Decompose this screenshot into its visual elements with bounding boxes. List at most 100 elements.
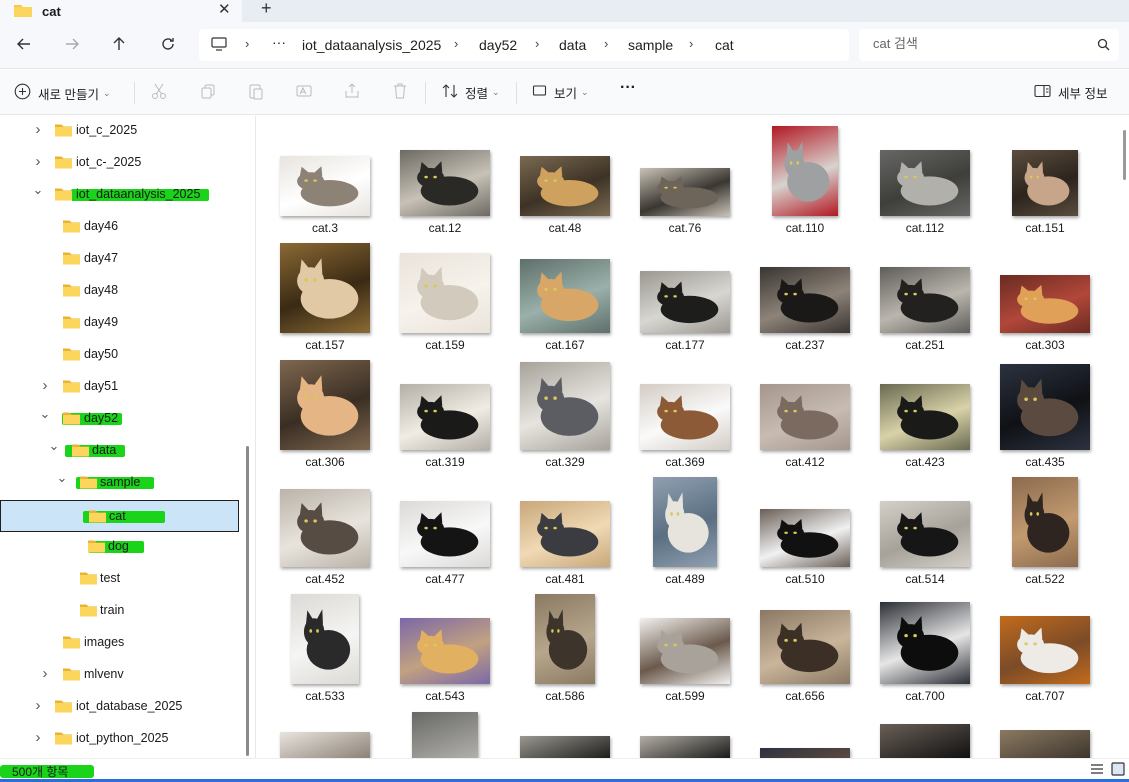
share-icon[interactable] xyxy=(343,82,363,102)
file-name: cat.489 xyxy=(665,572,705,586)
search-input[interactable] xyxy=(873,36,1073,51)
cat-thumbnail xyxy=(400,618,490,684)
sidebar-item-iot-c-2025[interactable]: › iot_c_2025 xyxy=(0,116,250,145)
breadcrumb[interactable]: › ··· iot_dataanalysis_2025 › day52 › da… xyxy=(199,29,849,61)
sidebar-item-label: images xyxy=(84,635,125,649)
chevron-down-icon[interactable]: ⌄ xyxy=(56,470,68,486)
sidebar-item-iot-dataanalysis-2025[interactable]: ⌄ iot_dataanalysis_2025 xyxy=(0,179,250,209)
file-name: cat.477 xyxy=(425,572,465,586)
new-tab-button[interactable]: + xyxy=(261,0,272,19)
back-icon[interactable] xyxy=(14,34,34,54)
chevron-down-icon: ⌄ xyxy=(581,87,589,97)
cat-thumbnail xyxy=(640,618,730,684)
chevron-right-icon: › xyxy=(689,36,694,51)
file-name: cat.452 xyxy=(305,572,345,586)
crumb-data[interactable]: data xyxy=(559,37,586,53)
file-name: cat.251 xyxy=(905,338,945,352)
sidebar-item-day47[interactable]: day47 xyxy=(0,243,250,273)
refresh-icon[interactable] xyxy=(158,34,178,54)
folder-icon xyxy=(80,603,97,620)
folder-icon xyxy=(63,315,80,332)
chevron-right-icon[interactable]: › xyxy=(32,729,44,746)
sidebar-item-mlvenv[interactable]: › mlvenv xyxy=(0,659,250,689)
chevron-right-icon[interactable]: › xyxy=(32,153,44,170)
sidebar-item-label: iot_c-_2025 xyxy=(76,155,142,169)
plus-circle-icon xyxy=(14,83,31,103)
cut-icon[interactable] xyxy=(150,82,170,102)
cat-thumbnail xyxy=(520,156,610,216)
file-grid[interactable]: cat.3 cat.12 cat.48 cat.76 cat.110 cat.112 cat… xyxy=(257,116,1129,758)
sidebar-item-sample[interactable]: ⌄ sample xyxy=(0,467,250,497)
content-scrollbar[interactable] xyxy=(1123,130,1126,180)
details-view-icon[interactable] xyxy=(1090,762,1106,778)
tab-bar: cat ✕ + xyxy=(0,0,1129,22)
crumb-sample[interactable]: sample xyxy=(628,37,673,53)
sidebar-item-day50[interactable]: day50 xyxy=(0,339,250,369)
cat-thumbnail xyxy=(760,748,850,758)
sort-button[interactable]: 정렬 ⌄ xyxy=(442,83,500,102)
file-name: cat.12 xyxy=(428,221,462,235)
navigation-pane[interactable]: › iot_c_2025 › iot_c-_2025 ⌄ iot_dataanalysis… xyxy=(0,116,256,758)
sidebar-item-day48[interactable]: day48 xyxy=(0,275,250,305)
search-icon[interactable] xyxy=(1097,38,1110,54)
chevron-down-icon: ⌄ xyxy=(102,87,111,98)
sidebar-item-label: day51 xyxy=(84,379,119,393)
folder-icon xyxy=(55,187,72,204)
sidebar-item-day46[interactable]: day46 xyxy=(0,211,250,241)
sidebar-item-day49[interactable]: day49 xyxy=(0,307,250,337)
sidebar-item-train[interactable]: train xyxy=(0,595,250,625)
copy-icon[interactable] xyxy=(199,82,219,102)
search-box[interactable] xyxy=(859,29,1119,61)
details-pane-button[interactable]: 세부 정보 xyxy=(1034,83,1107,102)
view-button[interactable]: 보기 ⌄ xyxy=(532,83,589,102)
chevron-down-icon[interactable]: ⌄ xyxy=(48,438,60,454)
file-name: cat.543 xyxy=(425,689,465,703)
folder-icon xyxy=(55,123,72,140)
sidebar-item-iot-c-2025[interactable]: › iot_c-_2025 xyxy=(0,147,250,177)
chevron-right-icon: › xyxy=(454,36,459,51)
file-name: cat.656 xyxy=(785,689,825,703)
forward-icon[interactable] xyxy=(62,34,82,54)
sidebar-item-test[interactable]: test xyxy=(0,563,250,593)
sidebar-item-day52[interactable]: ⌄ day52 xyxy=(0,403,250,433)
chevron-right-icon[interactable]: › xyxy=(32,121,44,138)
folder-icon xyxy=(63,219,80,236)
new-button[interactable]: 새로 만들기 ⌄ xyxy=(14,83,111,103)
more-options-button[interactable]: ··· xyxy=(620,79,636,97)
sidebar-item-label: sample xyxy=(100,475,141,489)
sidebar-item-images[interactable]: images xyxy=(0,627,250,657)
crumb-iot-dataanalysis[interactable]: iot_dataanalysis_2025 xyxy=(302,37,441,53)
chevron-down-icon[interactable]: ⌄ xyxy=(32,182,44,198)
cat-thumbnail xyxy=(880,384,970,450)
computer-icon[interactable] xyxy=(211,37,227,54)
cat-thumbnail xyxy=(280,360,370,450)
sidebar-item-iot-database-2025[interactable]: › iot_database_2025 xyxy=(0,691,250,721)
overflow-crumb[interactable]: ··· xyxy=(272,34,286,50)
cat-thumbnail xyxy=(1012,150,1078,216)
sidebar-item-dog[interactable]: dog xyxy=(0,531,250,561)
sidebar-item-data[interactable]: ⌄ data xyxy=(0,435,250,465)
chevron-right-icon[interactable]: › xyxy=(39,665,51,682)
sidebar-item-cat[interactable]: cat xyxy=(0,500,239,532)
crumb-cat[interactable]: cat xyxy=(715,37,734,53)
chevron-right-icon: › xyxy=(535,36,540,51)
crumb-day52[interactable]: day52 xyxy=(479,37,517,53)
sidebar-item-label: day49 xyxy=(84,315,119,329)
sidebar-item-day51[interactable]: › day51 xyxy=(0,371,250,401)
chevron-right-icon[interactable]: › xyxy=(39,377,51,394)
cat-thumbnail xyxy=(520,736,610,758)
file-name: cat.533 xyxy=(305,689,345,703)
cat-thumbnail xyxy=(400,150,490,216)
chevron-right-icon[interactable]: › xyxy=(32,697,44,714)
file-name: cat.481 xyxy=(545,572,585,586)
rename-icon[interactable] xyxy=(295,82,315,102)
paste-icon[interactable] xyxy=(247,82,267,102)
tab-cat[interactable]: cat ✕ xyxy=(0,0,242,22)
large-icons-view-icon[interactable] xyxy=(1111,762,1127,778)
up-icon[interactable] xyxy=(109,34,129,54)
chevron-down-icon[interactable]: ⌄ xyxy=(39,406,51,422)
close-tab-icon[interactable]: ✕ xyxy=(218,0,231,18)
sidebar-item-iot-python-2025[interactable]: › iot_python_2025 xyxy=(0,723,250,753)
delete-icon[interactable] xyxy=(391,82,411,102)
cat-thumbnail xyxy=(640,168,730,216)
